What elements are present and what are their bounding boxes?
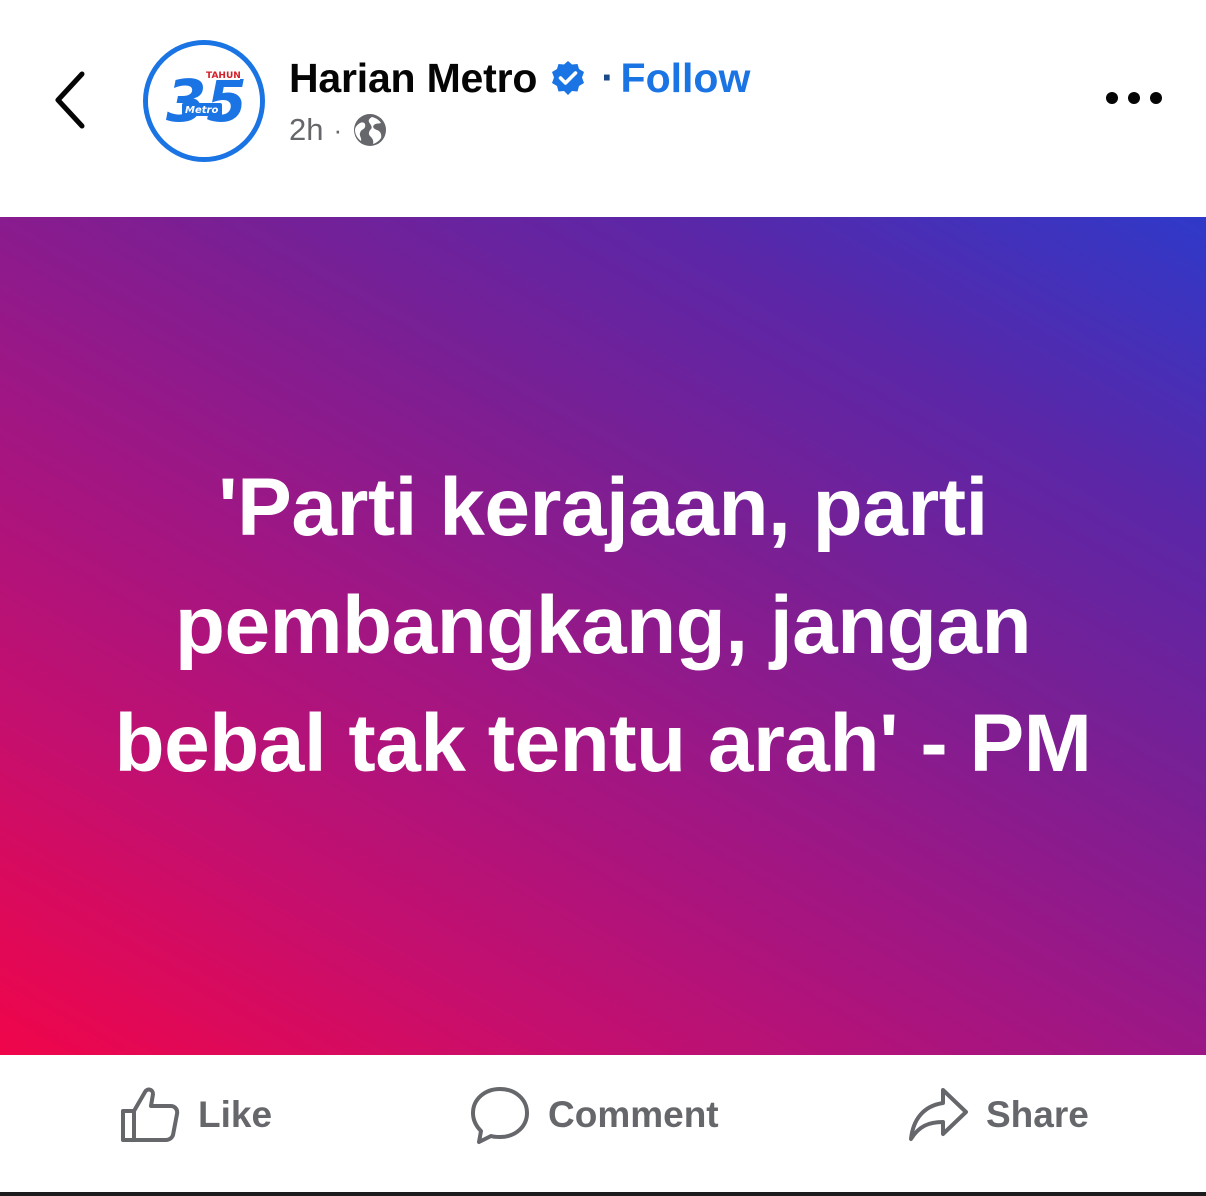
post-view: 35 TAHUN Metro Harian Metro · Follow 2h … <box>0 0 1206 1196</box>
page-name[interactable]: Harian Metro <box>289 55 537 102</box>
logo-brand: Metro <box>185 105 218 116</box>
more-horizontal-icon <box>1104 90 1164 111</box>
logo-tag: TAHUN <box>206 71 241 81</box>
post-actions-bar: Like Comment Share <box>0 1055 1206 1196</box>
post-header: 35 TAHUN Metro Harian Metro · Follow 2h … <box>0 0 1206 217</box>
page-avatar[interactable]: 35 TAHUN Metro <box>143 40 265 162</box>
meta-separator: · <box>333 114 343 145</box>
share-button[interactable]: Share <box>906 1083 1089 1147</box>
like-button[interactable]: Like <box>118 1083 272 1147</box>
back-button[interactable] <box>40 62 100 142</box>
separator-dot: · <box>601 55 615 100</box>
post-background: 'Parti kerajaan, parti pembangkang, jang… <box>0 217 1206 1055</box>
post-time[interactable]: 2h <box>289 112 323 148</box>
more-options-button[interactable] <box>1096 78 1172 122</box>
follow-button[interactable]: Follow <box>621 55 751 102</box>
like-label: Like <box>198 1094 273 1135</box>
comment-button[interactable]: Comment <box>468 1083 719 1147</box>
harian-metro-35-logo: 35 TAHUN Metro <box>148 45 260 157</box>
comment-bubble-icon <box>468 1083 532 1147</box>
share-label: Share <box>986 1094 1089 1135</box>
chevron-left-icon <box>50 68 90 137</box>
thumbs-up-icon <box>118 1083 182 1147</box>
verified-badge-icon <box>549 59 587 97</box>
share-arrow-icon <box>906 1083 970 1147</box>
page-name-row: Harian Metro · Follow <box>289 50 750 106</box>
globe-icon <box>352 112 388 148</box>
bottom-divider <box>0 1192 1206 1196</box>
post-meta: 2h · <box>289 108 388 152</box>
comment-label: Comment <box>548 1094 719 1135</box>
post-text: 'Parti kerajaan, parti pembangkang, jang… <box>114 462 1092 789</box>
